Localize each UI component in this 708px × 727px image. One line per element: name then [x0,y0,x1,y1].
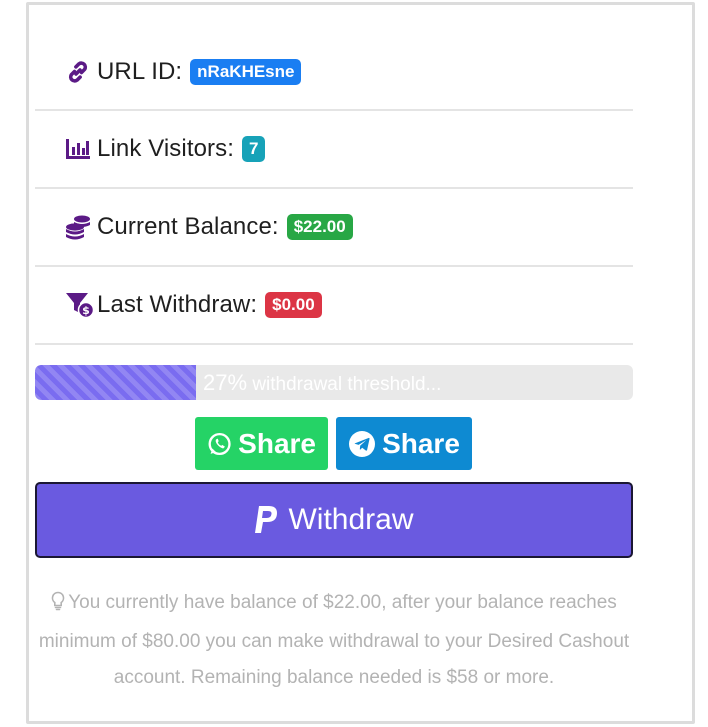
telegram-share-button[interactable]: Share [336,417,472,470]
paypal-icon [255,506,278,533]
progress-percent: 27% [203,370,248,395]
svg-text:$: $ [82,304,90,317]
url-id-label: URL ID: [97,57,183,85]
info-list: URL ID: nRaKHEsne Link Visitors: 7 Curre… [35,34,633,345]
last-withdraw-row: $ Last Withdraw: $0.00 [35,267,633,345]
share-buttons: Share Share [195,417,472,470]
withdraw-button[interactable]: Withdraw [35,482,633,558]
telegram-share-label: Share [382,427,460,459]
current-balance-badge: $22.00 [286,214,353,240]
chart-bar-icon [65,134,95,164]
coins-icon [65,212,95,242]
link-visitors-badge: 7 [242,136,266,162]
last-withdraw-label: Last Withdraw: [97,291,258,318]
whatsapp-icon [208,432,231,455]
url-id-badge: nRaKHEsne [190,58,302,85]
progress-text: 27% withdrawal threshold... [203,370,441,396]
link-visitors-row: Link Visitors: 7 [35,111,633,189]
progress-fill [35,365,197,400]
funnel-dollar-icon: $ [65,290,95,320]
progress-label: withdrawal threshold... [252,374,442,395]
current-balance-row: Current Balance: $22.00 [35,189,633,267]
withdraw-label: Withdraw [288,503,414,536]
whatsapp-share-button[interactable]: Share [195,417,328,470]
balance-info-text: You currently have balance of $22.00, af… [38,592,630,688]
current-balance-label: Current Balance: [97,213,279,240]
link-icon [65,57,95,87]
withdrawal-progress-bar: 27% withdrawal threshold... [35,365,633,400]
link-visitors-label: Link Visitors: [97,135,235,162]
balance-info-note: You currently have balance of $22.00, af… [30,585,638,696]
whatsapp-share-label: Share [238,427,316,459]
telegram-icon [349,430,376,457]
lightbulb-icon [51,588,65,624]
url-id-row: URL ID: nRaKHEsne [35,34,633,111]
last-withdraw-badge: $0.00 [265,292,322,318]
